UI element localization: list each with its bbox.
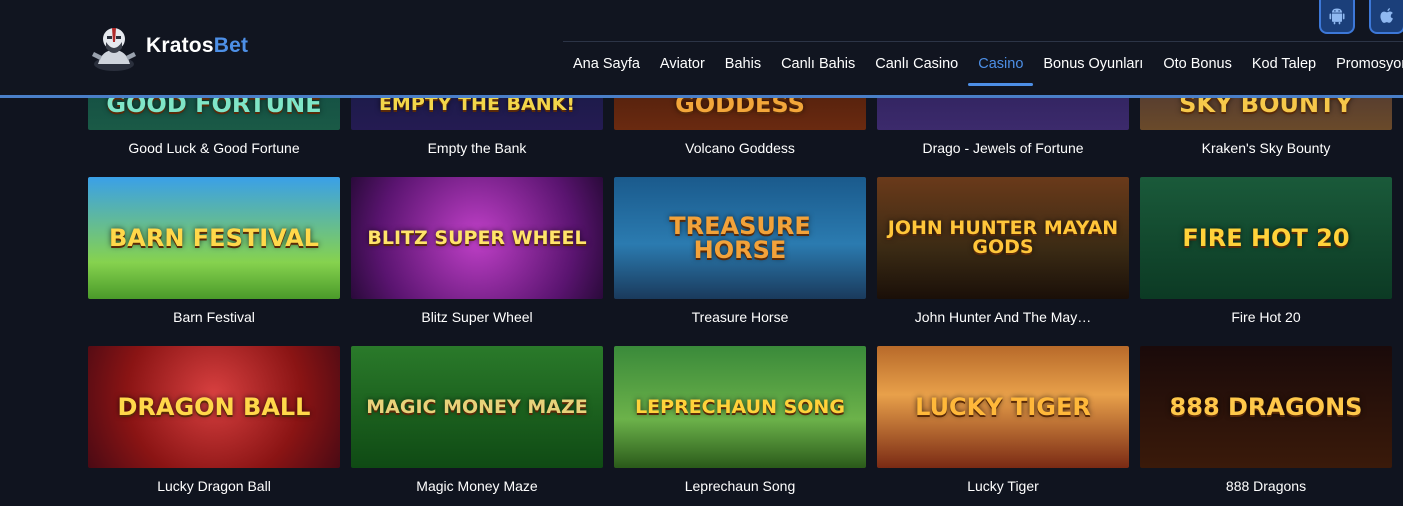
game-logo-art: TREASURE HORSE [669, 212, 811, 264]
game-logo-art: JOHN HUNTER MAYAN GODS [887, 217, 1119, 258]
game-name: Magic Money Maze [416, 478, 538, 494]
brand-name: KratosBet [146, 34, 248, 58]
game-thumbnail[interactable]: BARN FESTIVAL [88, 177, 340, 299]
game-thumbnail[interactable]: 888 DRAGONS [1140, 346, 1392, 468]
nav-item-promosyonlar[interactable]: Promosyonlar [1326, 42, 1403, 86]
game-card[interactable]: JOHN HUNTER MAYAN GODS John Hunter And Th… [877, 177, 1129, 346]
game-name: 888 Dragons [1225, 478, 1307, 494]
nav-item-oto-bonus[interactable]: Oto Bonus [1153, 42, 1242, 86]
game-card[interactable]: DRAGON BALL Lucky Dragon Ball [88, 346, 340, 506]
game-thumbnail[interactable]: MAGIC MONEY MAZE [351, 346, 603, 468]
android-icon [1329, 8, 1345, 25]
game-name: Barn Festival [173, 309, 255, 325]
game-card[interactable]: BLITZ SUPER WHEEL Blitz Super Wheel [351, 177, 603, 346]
game-logo-art: BARN FESTIVAL [109, 224, 319, 252]
main-navigation: Ana Sayfa Aviator Bahis Canlı Bahis Canlı Ca… [563, 42, 1403, 86]
nav-item-aviator[interactable]: Aviator [650, 42, 715, 86]
casino-page: GOOD FORTUNE Good Luck & Good Fortune Empt… [0, 0, 1403, 506]
game-name: Treasure Horse [691, 309, 789, 325]
game-name: Fire Hot 20 [1231, 309, 1301, 325]
android-app-button[interactable] [1319, 0, 1355, 34]
game-logo-art: MAGIC MONEY MAZE [366, 395, 588, 418]
apple-icon [1380, 8, 1393, 23]
game-logo-art: DRAGON BALL [117, 393, 311, 421]
game-thumbnail[interactable]: LEPRECHAUN Song [614, 346, 866, 468]
game-name: Empty the Bank [427, 140, 527, 156]
game-logo-art: 888 DRAGONS [1169, 393, 1363, 421]
game-thumbnail[interactable]: JOHN HUNTER MAYAN GODS [877, 177, 1129, 299]
ios-app-button[interactable] [1369, 0, 1403, 34]
game-name: Lucky Tiger [967, 478, 1039, 494]
game-card[interactable]: LEPRECHAUN Song Leprechaun Song [614, 346, 866, 506]
game-thumbnail[interactable]: FIRE HOT 20 [1140, 177, 1392, 299]
brand-prefix: Kratos [146, 34, 214, 57]
brand-suffix: Bet [213, 34, 249, 57]
game-name: Good Luck & Good Fortune [128, 140, 300, 156]
game-card[interactable]: BARN FESTIVAL Barn Festival [88, 177, 340, 346]
kratos-mascot-icon [92, 28, 136, 71]
game-thumbnail[interactable]: BLITZ SUPER WHEEL [351, 177, 603, 299]
game-thumbnail[interactable]: DRAGON BALL [88, 346, 340, 468]
nav-item-canlı-casino[interactable]: Canlı Casino [865, 42, 968, 86]
nav-item-bonus-oyunları[interactable]: Bonus Oyunları [1033, 42, 1153, 86]
nav-item-kod-talep[interactable]: Kod Talep [1242, 42, 1326, 86]
game-card[interactable]: TREASURE HORSE Treasure Horse [614, 177, 866, 346]
game-logo-art: LEPRECHAUN Song [635, 395, 845, 418]
header-accent-line [0, 95, 1403, 98]
game-thumbnail[interactable]: LUCKY TIGER [877, 346, 1129, 468]
game-logo-art: FIRE HOT 20 [1182, 224, 1350, 252]
nav-item-casino[interactable]: Casino [968, 42, 1034, 86]
nav-item-canlı-bahis[interactable]: Canlı Bahis [771, 42, 865, 86]
game-card[interactable]: LUCKY TIGER Lucky Tiger [877, 346, 1129, 506]
game-card[interactable]: MAGIC MONEY MAZE Magic Money Maze [351, 346, 603, 506]
game-thumbnail[interactable]: TREASURE HORSE [614, 177, 866, 299]
site-header: KratosBet Ana Sayfa Aviator Bahis Canlı … [0, 0, 1403, 98]
game-name: Kraken's Sky Bounty [1201, 140, 1331, 156]
game-name: Leprechaun Song [684, 478, 796, 494]
nav-item-bahis[interactable]: Bahis [715, 42, 771, 86]
nav-item-ana-sayfa[interactable]: Ana Sayfa [563, 42, 650, 86]
game-name: Volcano Goddess [685, 140, 795, 156]
app-download-buttons [1319, 0, 1403, 34]
game-name: Blitz Super Wheel [421, 309, 533, 325]
game-card[interactable]: FIRE HOT 20 Fire Hot 20 [1140, 177, 1392, 346]
game-card[interactable]: 888 DRAGONS 888 Dragons [1140, 346, 1392, 506]
game-name: John Hunter And The May… [914, 309, 1092, 325]
brand-logo[interactable]: KratosBet [88, 20, 248, 72]
game-name: Drago - Jewels of Fortune [922, 140, 1084, 156]
game-logo-art: BLITZ SUPER WHEEL [367, 226, 587, 249]
game-name: Lucky Dragon Ball [157, 478, 271, 494]
game-logo-art: LUCKY TIGER [915, 393, 1091, 421]
